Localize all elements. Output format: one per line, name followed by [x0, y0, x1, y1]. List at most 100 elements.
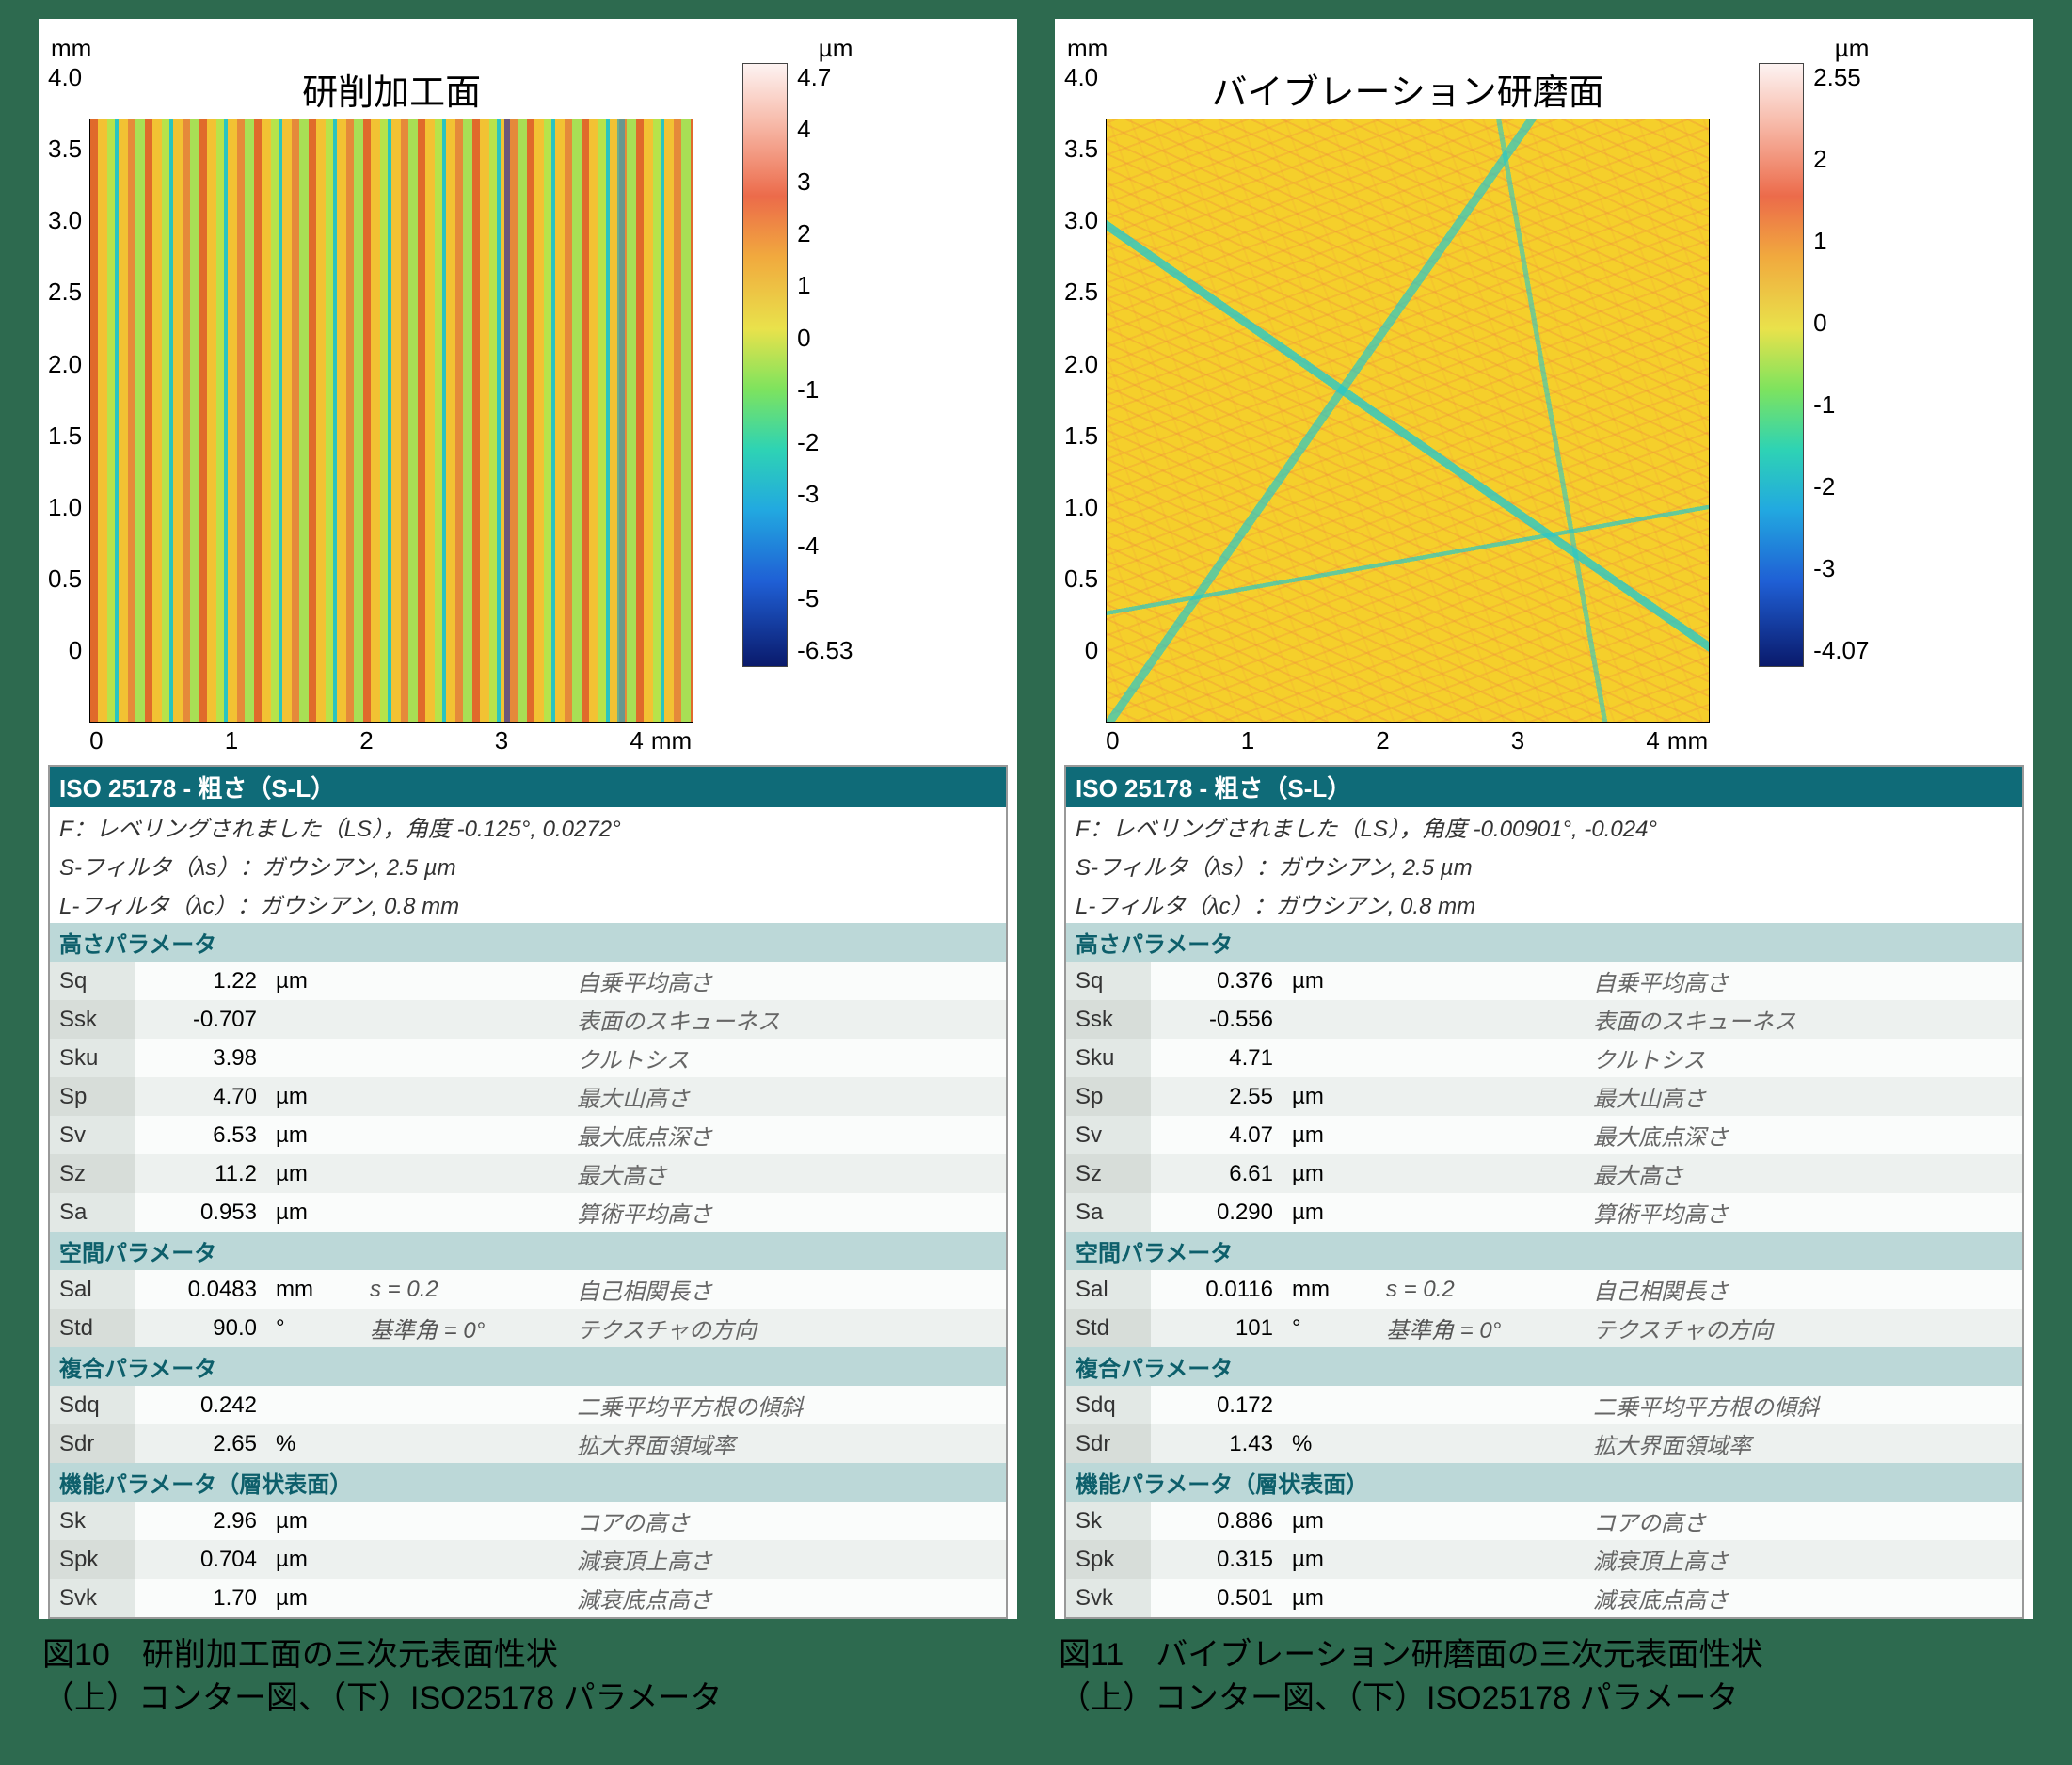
- param-unit: µm: [266, 1579, 360, 1618]
- param-value: 0.242: [135, 1386, 266, 1424]
- param-condition: s = 0.2: [360, 1270, 567, 1309]
- param-value: -0.556: [1151, 1000, 1283, 1039]
- colorbar: µm 2.55210-1-2-3-4.07: [1759, 34, 1869, 667]
- table-row: Sq 1.22 µm 自乗平均高さ: [49, 962, 1007, 1000]
- param-unit: µm: [266, 1154, 360, 1193]
- section-header: 空間パラメータ: [1065, 1232, 2023, 1270]
- param-symbol: Sku: [49, 1039, 135, 1077]
- param-symbol: Ssk: [49, 1000, 135, 1039]
- param-symbol: Sp: [1065, 1077, 1151, 1116]
- colorbar-gradient: [742, 63, 788, 667]
- param-unit: µm: [266, 1502, 360, 1540]
- param-unit: µm: [1283, 1116, 1377, 1154]
- table-row: Sdq 0.242 二乗平均平方根の傾斜: [49, 1386, 1007, 1424]
- param-condition: [1377, 962, 1584, 1000]
- table-row: Sk 0.886 µm コアの高さ: [1065, 1502, 2023, 1540]
- param-description: 最大山高さ: [567, 1077, 1007, 1116]
- param-unit: µm: [266, 1077, 360, 1116]
- param-description: 最大底点深さ: [1584, 1116, 2023, 1154]
- param-condition: [360, 1502, 567, 1540]
- param-condition: [1377, 1540, 1584, 1579]
- param-value: 2.55: [1151, 1077, 1283, 1116]
- param-value: 0.172: [1151, 1386, 1283, 1424]
- param-unit: µm: [1283, 1193, 1377, 1232]
- param-description: クルトシス: [567, 1039, 1007, 1077]
- param-symbol: Sv: [1065, 1116, 1151, 1154]
- table-row: Sv 4.07 µm 最大底点深さ: [1065, 1116, 2023, 1154]
- param-symbol: Std: [1065, 1309, 1151, 1347]
- table-row: Spk 0.704 µm 減衰頂上高さ: [49, 1540, 1007, 1579]
- param-condition: [1377, 1579, 1584, 1618]
- param-symbol: Sa: [1065, 1193, 1151, 1232]
- param-description: 拡大界面領域率: [567, 1424, 1007, 1463]
- param-unit: µm: [266, 1540, 360, 1579]
- param-value: 0.953: [135, 1193, 266, 1232]
- param-value: 0.886: [1151, 1502, 1283, 1540]
- param-condition: [1377, 1386, 1584, 1424]
- colorbar-ticks: 4.743210-1-2-3-4-5-6.53: [788, 63, 853, 665]
- param-unit: °: [266, 1309, 360, 1347]
- param-symbol: Sdr: [1065, 1424, 1151, 1463]
- param-unit: µm: [266, 1193, 360, 1232]
- heatmap-image: [1106, 119, 1710, 723]
- param-condition: [1377, 1039, 1584, 1077]
- section-header: 高さパラメータ: [49, 923, 1007, 962]
- param-condition: [1377, 1077, 1584, 1116]
- param-description: 二乗平均平方根の傾斜: [567, 1386, 1007, 1424]
- param-condition: [360, 1193, 567, 1232]
- param-description: 拡大界面領域率: [1584, 1424, 2023, 1463]
- param-unit: %: [1283, 1424, 1377, 1463]
- param-description: 最大山高さ: [1584, 1077, 2023, 1116]
- param-description: テクスチャの方向: [1584, 1309, 2023, 1347]
- table-row: Sdq 0.172 二乗平均平方根の傾斜: [1065, 1386, 2023, 1424]
- filter-line: S-フィルタ（λs）：ガウシアン, 2.5 µm: [49, 846, 1007, 884]
- param-value: 90.0: [135, 1309, 266, 1347]
- param-description: 減衰底点高さ: [567, 1579, 1007, 1618]
- param-symbol: Sal: [49, 1270, 135, 1309]
- param-unit: µm: [1283, 1579, 1377, 1618]
- table-row: Sal 0.0116 mm s = 0.2 自己相関長さ: [1065, 1270, 2023, 1309]
- param-description: テクスチャの方向: [567, 1309, 1007, 1347]
- colorbar-unit: µm: [819, 34, 853, 63]
- param-symbol: Std: [49, 1309, 135, 1347]
- param-description: クルトシス: [1584, 1039, 2023, 1077]
- param-symbol: Sku: [1065, 1039, 1151, 1077]
- param-unit: %: [266, 1424, 360, 1463]
- param-condition: [1377, 1424, 1584, 1463]
- heatmap-image: [89, 119, 693, 723]
- param-value: 6.61: [1151, 1154, 1283, 1193]
- param-symbol: Sq: [1065, 962, 1151, 1000]
- param-condition: [1377, 1154, 1584, 1193]
- param-value: 0.704: [135, 1540, 266, 1579]
- table-title: ISO 25178 - 粗さ（S-L）: [1065, 766, 2023, 807]
- contour-plot-right: mm 4.03.53.02.52.01.51.00.50 バイブレーション研磨面…: [1064, 28, 2024, 765]
- x-ticks: 0 1 2 3 4mm: [89, 723, 692, 755]
- param-unit: µm: [266, 1116, 360, 1154]
- param-description: 自乗平均高さ: [1584, 962, 2023, 1000]
- y-ticks: 4.03.53.02.52.01.51.00.50: [48, 63, 89, 665]
- table-row: Sku 4.71 クルトシス: [1065, 1039, 2023, 1077]
- param-description: 最大高さ: [1584, 1154, 2023, 1193]
- param-symbol: Spk: [1065, 1540, 1151, 1579]
- param-condition: [1377, 1502, 1584, 1540]
- param-condition: [360, 1424, 567, 1463]
- param-condition: 基準角 = 0°: [1377, 1309, 1584, 1347]
- table-row: Sz 11.2 µm 最大高さ: [49, 1154, 1007, 1193]
- filter-line: F：レベリングされました（LS），角度 -0.125°, 0.0272°: [49, 807, 1007, 846]
- iso-params-table-left: ISO 25178 - 粗さ（S-L）F：レベリングされました（LS），角度 -…: [48, 765, 1008, 1619]
- table-row: Spk 0.315 µm 減衰頂上高さ: [1065, 1540, 2023, 1579]
- param-value: 101: [1151, 1309, 1283, 1347]
- param-description: 最大底点深さ: [567, 1116, 1007, 1154]
- param-unit: µm: [1283, 962, 1377, 1000]
- param-condition: [360, 1579, 567, 1618]
- param-unit: mm: [1283, 1270, 1377, 1309]
- param-value: 11.2: [135, 1154, 266, 1193]
- param-value: 4.70: [135, 1077, 266, 1116]
- table-row: Sp 2.55 µm 最大山高さ: [1065, 1077, 2023, 1116]
- param-description: コアの高さ: [1584, 1502, 2023, 1540]
- table-row: Sdr 2.65 % 拡大界面領域率: [49, 1424, 1007, 1463]
- param-symbol: Sa: [49, 1193, 135, 1232]
- y-axis-unit: mm: [45, 34, 696, 63]
- param-value: 6.53: [135, 1116, 266, 1154]
- table-row: Sdr 1.43 % 拡大界面領域率: [1065, 1424, 2023, 1463]
